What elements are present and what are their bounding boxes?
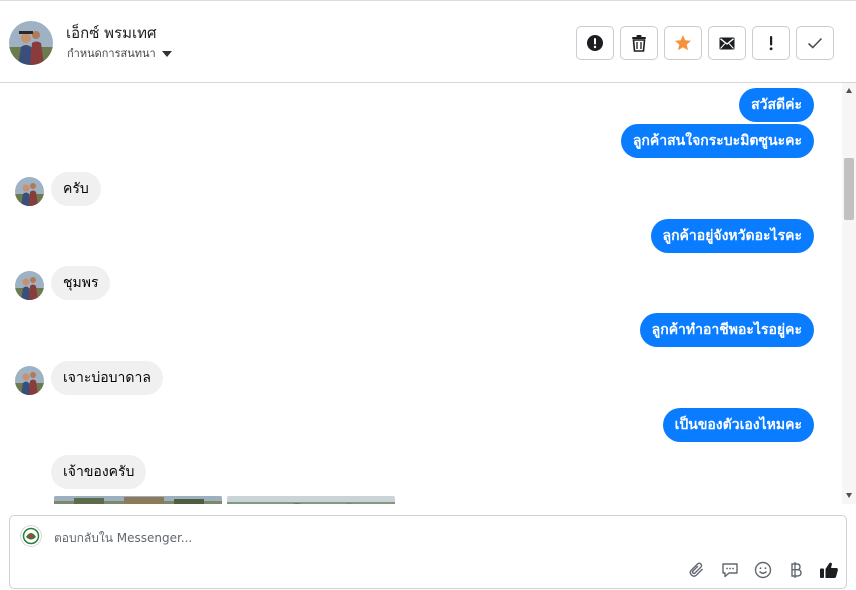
conversation-header: เอ็กซ์ พรมเทศ กำหนดการสนทนา bbox=[0, 0, 856, 83]
attach-file-button[interactable] bbox=[686, 560, 707, 580]
follow-up-button[interactable] bbox=[752, 26, 790, 60]
envelope-icon bbox=[719, 37, 735, 49]
incoming-message: เจ้าของครับ bbox=[51, 455, 147, 489]
conversation-status-dropdown[interactable]: กำหนดการสนทนา bbox=[67, 45, 172, 59]
message-scrollbar[interactable] bbox=[842, 83, 856, 504]
exclamation-icon bbox=[769, 36, 773, 51]
scroll-up-arrow-icon[interactable] bbox=[846, 88, 852, 93]
outgoing-message: ลูกค้าทำอาชีพอะไรอยู่คะ bbox=[639, 313, 814, 347]
contact-avatar-small bbox=[15, 177, 44, 206]
contact-avatar-small bbox=[15, 366, 44, 395]
incoming-message: เจาะบ่อบาดาล bbox=[51, 361, 163, 395]
reply-input[interactable] bbox=[54, 528, 654, 548]
delete-button[interactable] bbox=[620, 26, 658, 60]
composer-toolbar bbox=[686, 560, 839, 580]
caret-down-icon bbox=[161, 50, 172, 57]
page-logo bbox=[20, 525, 42, 547]
emoji-icon bbox=[754, 561, 771, 579]
payment-button[interactable] bbox=[785, 560, 806, 580]
star-button[interactable] bbox=[664, 26, 702, 60]
conversation-actions bbox=[576, 26, 834, 60]
paperclip-icon bbox=[689, 562, 703, 577]
trash-icon bbox=[632, 35, 646, 52]
incoming-message: ชุมพร bbox=[51, 266, 111, 300]
check-icon bbox=[807, 37, 823, 49]
thumbs-up-icon bbox=[819, 562, 838, 578]
emoji-button[interactable] bbox=[752, 560, 773, 580]
reply-composer bbox=[9, 515, 847, 589]
attached-photo[interactable] bbox=[227, 493, 395, 504]
contact-avatar[interactable] bbox=[9, 21, 53, 65]
like-button[interactable] bbox=[818, 560, 839, 580]
outgoing-message: ลูกค้าสนใจกระบะมิตซูนะคะ bbox=[620, 124, 814, 158]
saved-reply-icon bbox=[721, 563, 738, 578]
scroll-down-arrow-icon[interactable] bbox=[846, 493, 852, 498]
saved-reply-button[interactable] bbox=[719, 560, 740, 580]
scroll-thumb[interactable] bbox=[844, 158, 854, 220]
contact-avatar-small bbox=[15, 271, 44, 300]
mark-spam-button[interactable] bbox=[576, 26, 614, 60]
outgoing-message: ลูกค้าอยู่จังหวัดอะไรคะ bbox=[650, 219, 814, 253]
outgoing-message: สวัสดีค่ะ bbox=[739, 88, 814, 122]
contact-name[interactable]: เอ็กซ์ พรมเทศ bbox=[66, 21, 157, 45]
incoming-message: ครับ bbox=[51, 172, 101, 206]
mark-unread-button[interactable] bbox=[708, 26, 746, 60]
mark-done-button[interactable] bbox=[796, 26, 834, 60]
message-thread[interactable]: สวัสดีค่ะ ลูกค้าสนใจกระบะมิตซูนะคะ ครับ … bbox=[0, 83, 842, 504]
attached-photo[interactable] bbox=[54, 493, 222, 504]
alert-circle-icon bbox=[587, 35, 603, 51]
baht-icon bbox=[790, 562, 802, 578]
outgoing-message: เป็นของตัวเองไหมคะ bbox=[662, 408, 814, 442]
conversation-status-label: กำหนดการสนทนา bbox=[67, 46, 156, 60]
star-icon bbox=[675, 35, 691, 51]
